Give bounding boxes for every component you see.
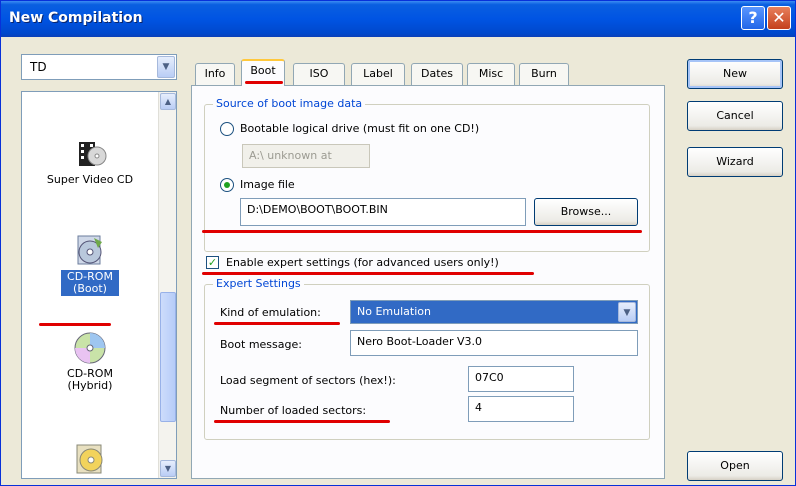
chevron-down-icon[interactable]: ▼: [618, 302, 636, 322]
list-item-udf[interactable]: [22, 442, 158, 478]
annotation-underline: [214, 420, 390, 423]
list-item-cdrom-boot[interactable]: CD-ROM (Boot): [22, 232, 158, 296]
list-item-super-video-cd[interactable]: Super Video CD: [22, 138, 158, 186]
window-title: New Compilation: [9, 10, 143, 26]
boot-tab-panel: Source of boot image data Bootable logic…: [191, 85, 665, 479]
tab-iso[interactable]: ISO: [293, 63, 345, 85]
compilation-type-list[interactable]: Super Video CD CD-ROM (Boot) CD-ROM (Hyb…: [21, 91, 177, 479]
radio-image-file[interactable]: [220, 178, 234, 192]
list-item-label: CD-ROM (Boot): [61, 270, 119, 296]
enable-expert-label: Enable expert settings (for advanced use…: [226, 256, 499, 269]
radio-logical-drive-label: Bootable logical drive (must fit on one …: [240, 122, 480, 135]
radio-logical-drive[interactable]: [220, 122, 234, 136]
list-item-partial[interactable]: [44, 92, 124, 96]
sector-count-value: 4: [475, 401, 482, 414]
cancel-button[interactable]: Cancel: [687, 101, 783, 131]
super-video-cd-icon: [79, 142, 107, 166]
help-button[interactable]: ?: [741, 6, 765, 30]
close-button[interactable]: ✕: [767, 6, 791, 30]
annotation-underline: [202, 272, 534, 275]
compilation-type-dropdown[interactable]: TD ▼: [21, 54, 177, 80]
sector-count-input[interactable]: 4: [468, 396, 574, 422]
scroll-down-icon[interactable]: ▼: [160, 460, 176, 477]
annotation-underline: [245, 81, 283, 84]
drive-select-value: A:\ unknown at: [249, 149, 332, 162]
tab-dates[interactable]: Dates: [411, 63, 463, 85]
radio-image-file-label: Image file: [240, 178, 295, 191]
tab-misc[interactable]: Misc: [467, 63, 515, 85]
title-bar[interactable]: New Compilation ? ✕: [1, 1, 795, 37]
sector-count-label: Number of loaded sectors:: [220, 404, 367, 417]
compilation-type-value: TD: [30, 60, 47, 74]
tab-info[interactable]: Info: [195, 63, 235, 85]
boot-message-label: Boot message:: [220, 338, 302, 351]
tab-burn[interactable]: Burn: [519, 63, 569, 85]
boot-message-value: Nero Boot-Loader V3.0: [357, 335, 482, 348]
kind-of-emulation-select[interactable]: No Emulation ▼: [350, 300, 638, 324]
boot-message-input[interactable]: Nero Boot-Loader V3.0: [350, 330, 638, 356]
cdrom-boot-icon: [77, 235, 102, 265]
cdrom-hybrid-icon: [74, 332, 106, 364]
scroll-up-icon[interactable]: ▲: [160, 93, 176, 110]
tab-label[interactable]: Label: [351, 63, 405, 85]
new-compilation-dialog: New Compilation ? ✕ TD ▼ Super Video CD: [0, 0, 796, 486]
new-button[interactable]: New: [687, 59, 783, 89]
annotation-underline: [39, 323, 111, 326]
scrollbar-thumb[interactable]: [160, 292, 176, 422]
wizard-button[interactable]: Wizard: [687, 147, 783, 177]
load-segment-label: Load segment of sectors (hex!):: [220, 374, 396, 387]
load-segment-input[interactable]: 07C0: [468, 366, 574, 392]
chevron-down-icon[interactable]: ▼: [157, 56, 175, 78]
list-scrollbar[interactable]: ▲ ▼: [158, 92, 176, 478]
udf-disc-icon: [76, 444, 103, 474]
list-item-label: Super Video CD: [46, 173, 134, 186]
image-file-input[interactable]: D:\DEMO\BOOT\BOOT.BIN: [240, 198, 526, 226]
expert-settings-title: Expert Settings: [213, 277, 304, 290]
annotation-underline: [202, 230, 642, 233]
list-item-cdrom-hybrid[interactable]: CD-ROM (Hybrid): [22, 330, 158, 392]
load-segment-value: 07C0: [475, 371, 504, 384]
drive-select[interactable]: A:\ unknown at: [242, 144, 370, 168]
list-item-label: CD-ROM (Hybrid): [67, 367, 113, 392]
browse-button[interactable]: Browse...: [534, 198, 638, 226]
annotation-underline: [214, 322, 340, 325]
kind-of-emulation-value: No Emulation: [357, 305, 431, 318]
source-group-title: Source of boot image data: [213, 97, 366, 110]
image-file-path: D:\DEMO\BOOT\BOOT.BIN: [247, 203, 388, 216]
enable-expert-checkbox[interactable]: ✓: [206, 256, 219, 269]
kind-of-emulation-label: Kind of emulation:: [220, 306, 321, 319]
open-button[interactable]: Open: [687, 451, 783, 481]
